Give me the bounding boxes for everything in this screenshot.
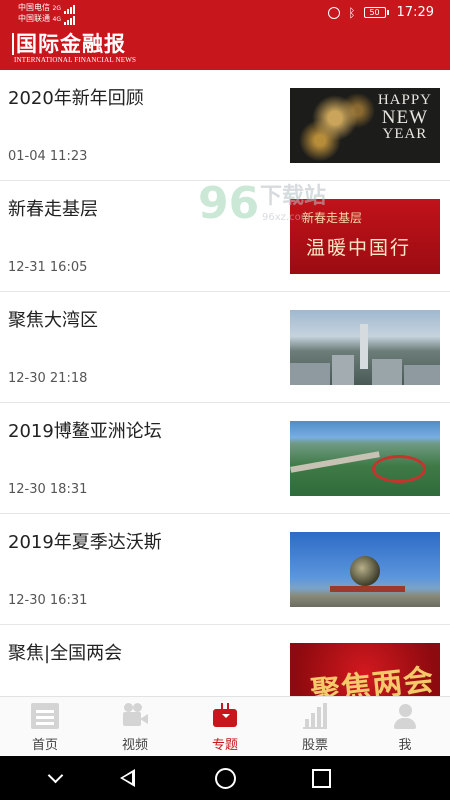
item-title: 新春走基层 (8, 199, 98, 220)
thumbnail-text: 新春走基层 (302, 211, 363, 225)
item-title: 聚焦|全国两会 (8, 643, 123, 664)
hide-nav-icon[interactable] (26, 756, 86, 800)
thumbnail-text: 温暖中国行 (306, 237, 412, 259)
brand-name-cn: 国际金融报 (12, 33, 126, 55)
list-item[interactable]: 新春走基层 12-31 16:05 新春走基层 温暖中国行 (0, 181, 450, 292)
skyscraper (360, 324, 368, 369)
tab-label: 首页 (31, 738, 58, 753)
bottom-tab-bar: 首页 视频 专题 股票 我 (0, 696, 450, 756)
status-bar: 中国电信 2G 中国联通 4G ᛒ 50 17:29 (0, 0, 450, 28)
list-item[interactable]: 聚焦大湾区 12-30 21:18 (0, 292, 450, 403)
item-thumbnail: 聚焦两会 (290, 643, 440, 696)
item-thumbnail (290, 532, 440, 607)
brand-name-en: INTERNATIONAL FINANCIAL NEWS (14, 56, 137, 64)
signal-1-icon (63, 4, 76, 14)
item-title: 2019年夏季达沃斯 (8, 532, 162, 553)
battery-level: 50 (363, 7, 386, 18)
item-time: 12-31 16:05 (8, 260, 88, 275)
item-thumbnail: 新春走基层 温暖中国行 (290, 199, 440, 274)
thumbnail-text: 聚焦两会 (308, 662, 436, 696)
clock: 17:29 (396, 5, 434, 20)
item-time: 12-30 21:18 (8, 371, 88, 386)
bluetooth-icon: ᛒ (348, 5, 356, 20)
item-time: 01-04 11:23 (8, 149, 88, 164)
tab-home[interactable]: 首页 (0, 697, 90, 756)
list-item[interactable]: 2019博鳌亚洲论坛 12-30 18:31 (0, 403, 450, 514)
carrier-1-name: 中国电信 (18, 3, 50, 12)
signal-2-icon (63, 15, 76, 25)
video-camera-icon (121, 703, 149, 729)
tab-label: 我 (398, 738, 412, 753)
tv-icon (211, 703, 239, 729)
recent-apps-icon[interactable] (290, 756, 350, 800)
battery-icon: 50 (363, 7, 389, 18)
globe-sculpture (350, 556, 380, 586)
tab-label: 专题 (211, 738, 238, 753)
tab-stocks[interactable]: 股票 (270, 697, 360, 756)
item-title: 聚焦大湾区 (8, 310, 98, 331)
system-nav-bar (0, 756, 450, 800)
tab-label: 视频 (121, 738, 148, 753)
carrier-2-name: 中国联通 (18, 14, 50, 23)
back-icon[interactable] (98, 756, 158, 800)
list-item[interactable]: 聚焦|全国两会 聚焦两会 (0, 625, 450, 696)
home-icon (31, 703, 59, 729)
alarm-icon (328, 6, 341, 19)
carrier-info: 中国电信 2G 中国联通 4G (18, 3, 76, 25)
app-screen: 中国电信 2G 中国联通 4G ᛒ 50 17:29 国际金融报 INTERNA… (0, 0, 450, 800)
user-icon (391, 703, 419, 729)
item-thumbnail (290, 310, 440, 385)
carrier-2-network: 4G (52, 16, 62, 23)
carrier-1-network: 2G (52, 5, 62, 12)
app-header: 中国电信 2G 中国联通 4G ᛒ 50 17:29 国际金融报 INTERNA… (0, 0, 450, 70)
tab-topics[interactable]: 专题 (180, 697, 270, 756)
item-time: 12-30 16:31 (8, 593, 88, 608)
item-time: 12-30 18:31 (8, 482, 88, 497)
thumbnail-text: HAPPY NEW YEAR (377, 92, 432, 142)
item-title: 2020年新年回顾 (8, 88, 144, 109)
item-title: 2019博鳌亚洲论坛 (8, 421, 162, 442)
bar-chart-icon (301, 703, 329, 729)
tab-video[interactable]: 视频 (90, 697, 180, 756)
tab-label: 股票 (301, 738, 328, 753)
status-right: ᛒ 50 17:29 (328, 5, 434, 20)
home-circle-icon[interactable] (195, 756, 255, 800)
list-item[interactable]: 2019年夏季达沃斯 12-30 16:31 (0, 514, 450, 625)
item-thumbnail: HAPPY NEW YEAR (290, 88, 440, 163)
item-thumbnail (290, 421, 440, 496)
tab-me[interactable]: 我 (360, 697, 450, 756)
topic-list[interactable]: 2020年新年回顾 01-04 11:23 HAPPY NEW YEAR 新春走… (0, 70, 450, 696)
list-item[interactable]: 2020年新年回顾 01-04 11:23 HAPPY NEW YEAR (0, 70, 450, 181)
